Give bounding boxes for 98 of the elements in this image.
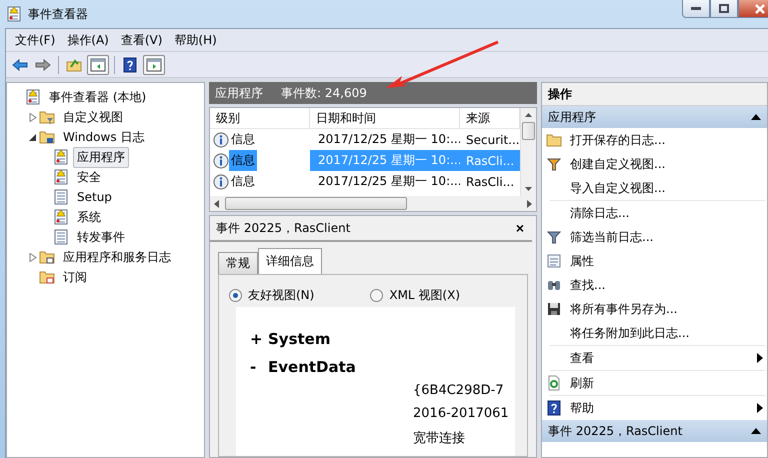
action-item[interactable]: 查看: [542, 346, 767, 370]
column-header[interactable]: 级别: [210, 108, 310, 129]
tree-item[interactable]: Windows 日志: [59, 126, 148, 148]
tab[interactable]: 详细信息: [258, 248, 322, 274]
table-cell[interactable]: 信息: [229, 129, 257, 150]
help-icon: [122, 56, 138, 72]
folder-icon: [546, 132, 562, 148]
log-icon: [53, 229, 69, 245]
folder-calendar-icon: [39, 269, 55, 285]
log-warning-icon: [53, 149, 69, 165]
folder-filter-icon: [39, 109, 55, 125]
table-cell[interactable]: RasCli...: [460, 171, 520, 192]
action-item[interactable]: 刷新: [542, 371, 767, 395]
menu-item[interactable]: 查看(V): [116, 32, 168, 48]
action-item[interactable]: 将任务附加到此日志...: [542, 321, 767, 345]
pane-icon: [90, 56, 106, 72]
details-title: 事件 20225，RasClient: [216, 220, 350, 236]
filter-icon: [546, 156, 562, 172]
folder-icon: [39, 249, 55, 265]
expanded-triangle-icon[interactable]: [29, 132, 37, 142]
actions-section-header[interactable]: 应用程序: [542, 106, 767, 128]
help-icon: [546, 400, 562, 416]
tree-item[interactable]: 订阅: [59, 266, 91, 288]
horizontal-scrollbar[interactable]: [210, 196, 536, 211]
back-arrow-icon: [12, 56, 28, 72]
table-cell[interactable]: 信息: [229, 150, 257, 171]
log-warning-icon: [25, 89, 41, 105]
save-icon: [546, 301, 562, 317]
tree-item[interactable]: 自定义视图: [59, 106, 127, 128]
info-icon: [213, 132, 229, 148]
filter-icon: [546, 229, 562, 245]
tree-item[interactable]: 转发事件: [73, 226, 129, 248]
section-title: System: [268, 330, 330, 348]
minimize-button[interactable]: [682, 0, 710, 18]
hide-pane-button[interactable]: [87, 54, 109, 74]
minimize-icon: [691, 6, 701, 10]
collapsed-triangle-icon[interactable]: [29, 252, 37, 262]
log-name: 应用程序: [215, 84, 263, 102]
menu-item[interactable]: 帮助(H): [169, 32, 222, 48]
action-item[interactable]: 查找...: [542, 273, 767, 297]
scroll-left-icon: [214, 200, 219, 208]
action-item[interactable]: 将所有事件另存为...: [542, 297, 767, 321]
app-icon: [6, 6, 22, 22]
table-cell[interactable]: 2017/12/25 星期一 10:...: [310, 129, 460, 150]
tab[interactable]: 常规: [218, 252, 258, 274]
pane-icon: [146, 56, 162, 72]
data-value: 宽带连接: [413, 430, 466, 448]
properties-icon: [546, 253, 562, 269]
tree-item[interactable]: 安全: [73, 166, 105, 188]
tree-item[interactable]: 系统: [73, 206, 105, 228]
actions-section-header[interactable]: 事件 20225，RasClient: [542, 420, 767, 442]
section-title: EventData: [268, 358, 356, 376]
folder-up-icon: [66, 56, 82, 72]
scroll-right-icon: [527, 200, 532, 208]
menu-item[interactable]: 文件(F): [10, 32, 60, 48]
vertical-scrollbar[interactable]: [520, 108, 536, 196]
close-icon: [755, 4, 765, 14]
action-item[interactable]: 导入自定义视图...: [542, 176, 767, 200]
forward-arrow-icon: [35, 56, 51, 72]
menu-item[interactable]: 操作(A): [62, 32, 114, 48]
log-warning-icon: [53, 169, 69, 185]
submenu-arrow-icon: [757, 403, 763, 413]
action-item[interactable]: 打开保存的日志...: [542, 128, 767, 152]
window-title: 事件查看器: [28, 6, 88, 22]
tree-item[interactable]: 应用程序和服务日志: [59, 246, 175, 268]
folder-icon: [39, 129, 55, 145]
action-item[interactable]: 清除日志...: [542, 201, 767, 225]
view-radio[interactable]: 友好视图(N): [229, 283, 314, 307]
log-icon: [53, 189, 69, 205]
table-cell[interactable]: 2017/12/25 星期一 10:...: [310, 171, 460, 192]
view-radio[interactable]: XML 视图(X): [370, 283, 460, 307]
maximize-icon: [719, 4, 729, 13]
event-count: 事件数: 24,609: [281, 84, 367, 102]
info-icon: [213, 174, 229, 190]
show-pane-button[interactable]: [143, 54, 165, 74]
maximize-button[interactable]: [710, 0, 738, 18]
actions-title: 操作: [542, 83, 767, 106]
action-item[interactable]: 属性: [542, 249, 767, 273]
close-button[interactable]: ×: [516, 220, 524, 236]
data-value: 2016-2017061: [413, 406, 510, 423]
column-header[interactable]: 日期和时间: [310, 108, 460, 129]
action-item[interactable]: 帮助: [542, 396, 767, 420]
collapsed-triangle-icon[interactable]: [29, 112, 37, 122]
info-icon: [213, 152, 229, 168]
tree-item[interactable]: Setup: [73, 188, 116, 206]
scroll-thumb[interactable]: [522, 122, 535, 140]
scroll-thumb[interactable]: [225, 197, 407, 210]
action-item[interactable]: 筛选当前日志...: [542, 225, 767, 249]
action-item[interactable]: 创建自定义视图...: [542, 152, 767, 176]
refresh-icon: [546, 375, 562, 391]
data-value: {6B4C298D-7: [413, 383, 505, 400]
tree-item[interactable]: 应用程序: [73, 146, 129, 168]
table-cell[interactable]: Securit...: [460, 129, 520, 150]
tree-item[interactable]: 事件查看器 (本地): [45, 86, 150, 108]
expand-sign[interactable]: -: [250, 358, 258, 376]
table-cell[interactable]: 信息: [229, 171, 257, 192]
log-warning-icon: [53, 209, 69, 225]
submenu-arrow-icon: [757, 353, 763, 363]
